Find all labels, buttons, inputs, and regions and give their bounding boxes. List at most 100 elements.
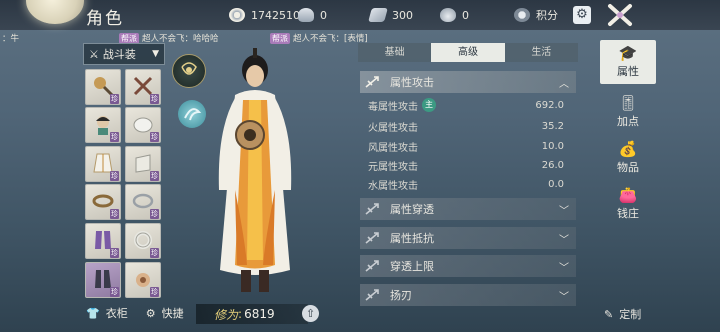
- chevron-down-icon: ﹀: [559, 234, 569, 246]
- rarity-badge: 珍: [110, 94, 119, 104]
- attr-label: 毒属性攻击: [368, 101, 418, 113]
- attr-row-wind: 风属性攻击 10.0: [368, 137, 564, 155]
- side-nav-bank[interactable]: 👛 钱庄: [600, 182, 656, 226]
- page-title: 角色: [86, 9, 124, 29]
- attack-icon: [365, 289, 379, 301]
- attr-value: 26.0: [541, 159, 564, 171]
- side-nav-label: 属性: [617, 65, 639, 78]
- equip-slot-head[interactable]: 珍: [85, 107, 121, 143]
- coin-resource: 1742510: [229, 6, 300, 24]
- chevron-down-icon: ﹀: [559, 262, 569, 274]
- cultivation-bar: 修为 : 6819: [196, 304, 308, 324]
- ticket-value: 300: [392, 8, 413, 22]
- ingot-icon: [298, 8, 314, 22]
- side-nav-label: 物品: [617, 161, 639, 174]
- side-nav-attributes[interactable]: 🎓 属性: [600, 40, 656, 84]
- equip-slot-offhand[interactable]: 珍: [125, 69, 161, 105]
- cultivation-label: 修为: [214, 307, 239, 322]
- ticket-icon: [368, 8, 388, 22]
- mortarboard-icon: 🎓: [618, 44, 638, 62]
- attr-row-element: 元属性攻击 26.0: [368, 156, 564, 174]
- rarity-badge: 珍: [150, 287, 159, 297]
- upgrade-arrow-icon[interactable]: ⇧: [302, 305, 319, 322]
- side-nav-items[interactable]: 💰 物品: [600, 136, 656, 180]
- character-model[interactable]: [205, 40, 305, 300]
- points-icon: [514, 8, 530, 22]
- attr-value: 692.0: [535, 99, 564, 111]
- chat-line: ：牛: [2, 32, 19, 44]
- equip-slot-pendant[interactable]: 珍: [125, 262, 161, 298]
- custom-button[interactable]: ✎ 定制: [604, 305, 641, 323]
- equip-slot-arm[interactable]: 珍: [125, 146, 161, 182]
- rarity-badge: 珍: [150, 248, 159, 258]
- rarity-badge: 珍: [150, 171, 159, 181]
- section-header-attribute-attack[interactable]: 属性攻击 ︿: [360, 71, 576, 93]
- equip-slot-boots[interactable]: 珍: [85, 262, 121, 298]
- outfit-dropdown[interactable]: ⚔ 战斗装 ▼: [83, 43, 165, 65]
- close-icon: [608, 4, 632, 26]
- side-nav-label: 加点: [617, 115, 639, 128]
- equip-slot-belt[interactable]: 珍: [85, 184, 121, 220]
- bottom-left-bar: 👕 衣柜 ⚙ 快捷: [82, 304, 184, 322]
- spirit-badge-icon[interactable]: [178, 100, 206, 128]
- pouch-value: 0: [462, 8, 469, 22]
- attr-value: 35.2: [541, 120, 564, 132]
- attribute-tabs: 基础 高级 生活: [358, 43, 578, 62]
- attr-value: 10.0: [541, 140, 564, 152]
- main-attr-badge: 主: [422, 98, 436, 112]
- cultivation-separator: :: [238, 307, 243, 321]
- closet-button[interactable]: 👕 衣柜: [86, 305, 128, 321]
- ingot-value: 0: [320, 8, 327, 22]
- attack-icon: [365, 232, 379, 244]
- attr-label: 火属性攻击: [368, 122, 418, 134]
- close-button[interactable]: [597, 0, 643, 30]
- shirt-icon: 👕: [86, 306, 100, 320]
- section-header-resistance[interactable]: 属性抵抗 ﹀: [360, 227, 576, 249]
- rarity-badge: 珍: [110, 132, 119, 142]
- tab-basic[interactable]: 基础: [358, 43, 432, 62]
- settings-gear-icon[interactable]: ⚙: [573, 6, 591, 24]
- equip-slot-shoulder[interactable]: 珍: [125, 107, 161, 143]
- points-button[interactable]: 积分: [514, 6, 558, 24]
- quick-button[interactable]: ⚙ 快捷: [146, 305, 184, 321]
- equip-slot-bracelet[interactable]: 珍: [125, 184, 161, 220]
- quick-label: 快捷: [161, 307, 184, 320]
- attr-row-water: 水属性攻击 0.0: [368, 175, 564, 193]
- attr-row-poison: 毒属性攻击 主 692.0: [368, 96, 564, 114]
- attack-icon: [365, 76, 379, 88]
- cultivation-value: 6819: [244, 307, 275, 321]
- coin-value: 1742510: [251, 8, 300, 22]
- chevron-down-icon: ﹀: [559, 291, 569, 303]
- gear-icon: ⚙: [145, 306, 156, 320]
- attr-label: 水属性攻击: [368, 180, 418, 192]
- closet-label: 衣柜: [105, 307, 128, 320]
- rarity-badge: 珍: [150, 94, 159, 104]
- title-badge-icon[interactable]: [172, 54, 206, 88]
- chat-text: ：牛: [2, 34, 20, 44]
- tab-advanced[interactable]: 高级: [431, 43, 505, 62]
- side-nav-points[interactable]: 🎚 加点: [600, 90, 656, 134]
- section-title: 属性穿透: [390, 203, 434, 216]
- sword-icon: ⚔: [89, 47, 99, 61]
- tab-life[interactable]: 生活: [504, 43, 578, 62]
- rarity-badge: 珍: [110, 209, 119, 219]
- guild-tag: 帮派: [119, 32, 139, 44]
- attack-icon: [365, 203, 379, 215]
- section-header-penetration[interactable]: 属性穿透 ﹀: [360, 198, 576, 220]
- rarity-badge: 珍: [150, 132, 159, 142]
- attack-icon: [365, 260, 379, 272]
- custom-label: 定制: [619, 308, 642, 321]
- equip-slot-legs[interactable]: 珍: [85, 223, 121, 259]
- money-pouch-icon: 👛: [618, 186, 638, 204]
- pouch-icon: [440, 8, 456, 22]
- rarity-badge: 珍: [110, 248, 119, 258]
- section-header-penetration-cap[interactable]: 穿透上限 ﹀: [360, 255, 576, 277]
- equip-slot-chest[interactable]: 珍: [85, 146, 121, 182]
- rarity-badge: 珍: [150, 209, 159, 219]
- equip-slot-weapon[interactable]: 珍: [85, 69, 121, 105]
- equip-slot-ring[interactable]: 珍: [125, 223, 161, 259]
- chevron-up-icon: ︿: [559, 78, 569, 90]
- outfit-label: 战斗装: [102, 48, 136, 61]
- sliders-icon: 🎚: [618, 94, 638, 112]
- section-header-yangren[interactable]: 扬刃 ﹀: [360, 284, 576, 306]
